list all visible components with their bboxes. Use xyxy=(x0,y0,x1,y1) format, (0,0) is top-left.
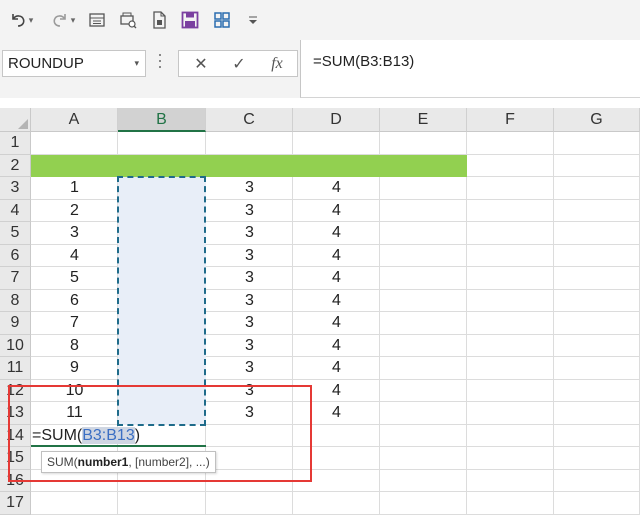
customize-dropdown-icon xyxy=(249,16,257,24)
header-row-fill xyxy=(31,154,467,177)
row-header-6[interactable]: 6 xyxy=(0,244,31,267)
chevron-down-icon[interactable]: ▾ xyxy=(29,15,34,26)
grid-layout-button[interactable] xyxy=(210,7,234,33)
row-header-8[interactable]: 8 xyxy=(0,289,31,312)
insert-function-icon[interactable]: fx xyxy=(263,51,291,76)
column-header-c[interactable]: C xyxy=(206,108,293,132)
name-box-value: ROUNDUP xyxy=(8,55,84,72)
table-cell[interactable]: 3 xyxy=(206,335,293,358)
column-header-a[interactable]: A xyxy=(31,108,118,132)
table-cell[interactable]: 3 xyxy=(206,312,293,335)
row-header-5[interactable]: 5 xyxy=(0,222,31,245)
row-header-1[interactable]: 1 xyxy=(0,132,31,155)
formula-buttons: ✕ ✓ fx xyxy=(178,50,298,77)
table-cell[interactable]: 3 xyxy=(206,200,293,223)
undo-icon xyxy=(11,14,25,27)
gridline xyxy=(31,491,640,492)
table-cell[interactable]: 4 xyxy=(293,177,380,200)
table-cell[interactable]: 3 xyxy=(206,357,293,380)
table-cell[interactable]: 4 xyxy=(293,222,380,245)
gridline xyxy=(466,132,467,515)
table-cell[interactable]: 4 xyxy=(293,245,380,268)
cancel-icon[interactable]: ✕ xyxy=(187,51,215,76)
table-cell[interactable]: 4 xyxy=(293,312,380,335)
form-button[interactable] xyxy=(86,7,108,33)
column-header-b[interactable]: B xyxy=(118,108,206,132)
table-cell[interactable]: 4 xyxy=(31,245,118,268)
save-button[interactable] xyxy=(178,7,202,33)
row-header-9[interactable]: 9 xyxy=(0,312,31,335)
customize-toolbar-button[interactable] xyxy=(244,7,262,33)
table-cell[interactable]: 9 xyxy=(31,357,118,380)
formula-input[interactable]: =SUM(B3:B13) xyxy=(300,40,640,98)
row-header-11[interactable]: 11 xyxy=(0,357,31,380)
table-cell[interactable]: 3 xyxy=(206,245,293,268)
select-all-button[interactable] xyxy=(0,108,31,132)
table-cell[interactable]: 4 xyxy=(293,267,380,290)
table-cell[interactable]: 2 xyxy=(31,200,118,223)
table-cell[interactable]: 3 xyxy=(206,222,293,245)
quick-access-toolbar: ▾ ▾ xyxy=(0,0,640,40)
worksheet-grid: ABCDEFG 1234567891011121314151617 组别1月2月… xyxy=(0,108,640,515)
table-cell[interactable]: 4 xyxy=(293,357,380,380)
highlight-annotation-box xyxy=(8,384,312,482)
column-header-e[interactable]: E xyxy=(380,108,467,132)
gridline xyxy=(553,132,554,515)
row-header-2[interactable]: 2 xyxy=(0,154,31,177)
table-cell[interactable]: 4 xyxy=(293,200,380,223)
document-button[interactable] xyxy=(148,7,170,33)
save-icon xyxy=(181,11,199,29)
row-header-7[interactable]: 7 xyxy=(0,267,31,290)
row-header-17[interactable]: 17 xyxy=(0,492,31,515)
undo-button[interactable]: ▾ xyxy=(4,7,38,33)
table-cell[interactable]: 3 xyxy=(206,177,293,200)
enter-icon[interactable]: ✓ xyxy=(225,51,253,76)
column-header-f[interactable]: F xyxy=(467,108,554,132)
chevron-down-icon[interactable]: ▾ xyxy=(134,51,139,76)
form-icon xyxy=(89,13,105,27)
table-cell[interactable]: 4 xyxy=(293,290,380,313)
column-header-g[interactable]: G xyxy=(554,108,640,132)
name-box[interactable]: ROUNDUP ▾ xyxy=(2,50,146,77)
table-cell[interactable]: 3 xyxy=(206,290,293,313)
formula-bar-resize-handle[interactable] xyxy=(158,54,162,74)
row-header-4[interactable]: 4 xyxy=(0,199,31,222)
table-cell[interactable]: 7 xyxy=(31,312,118,335)
print-preview-icon xyxy=(120,12,137,29)
table-cell[interactable]: 5 xyxy=(31,267,118,290)
table-cell[interactable]: 8 xyxy=(31,335,118,358)
table-cell[interactable]: 3 xyxy=(31,222,118,245)
chevron-down-icon[interactable]: ▾ xyxy=(71,15,76,26)
column-header-d[interactable]: D xyxy=(293,108,380,132)
table-cell[interactable]: 4 xyxy=(293,335,380,358)
redo-button[interactable]: ▾ xyxy=(46,7,80,33)
table-cell[interactable]: 6 xyxy=(31,290,118,313)
row-header-3[interactable]: 3 xyxy=(0,177,31,200)
document-icon xyxy=(153,11,166,29)
print-preview-button[interactable] xyxy=(116,7,140,33)
row-header-10[interactable]: 10 xyxy=(0,334,31,357)
table-cell[interactable]: 1 xyxy=(31,177,118,200)
table-cell[interactable]: 3 xyxy=(206,267,293,290)
grid-layout-icon xyxy=(214,12,230,28)
redo-icon xyxy=(53,14,66,27)
gridline xyxy=(31,513,640,515)
